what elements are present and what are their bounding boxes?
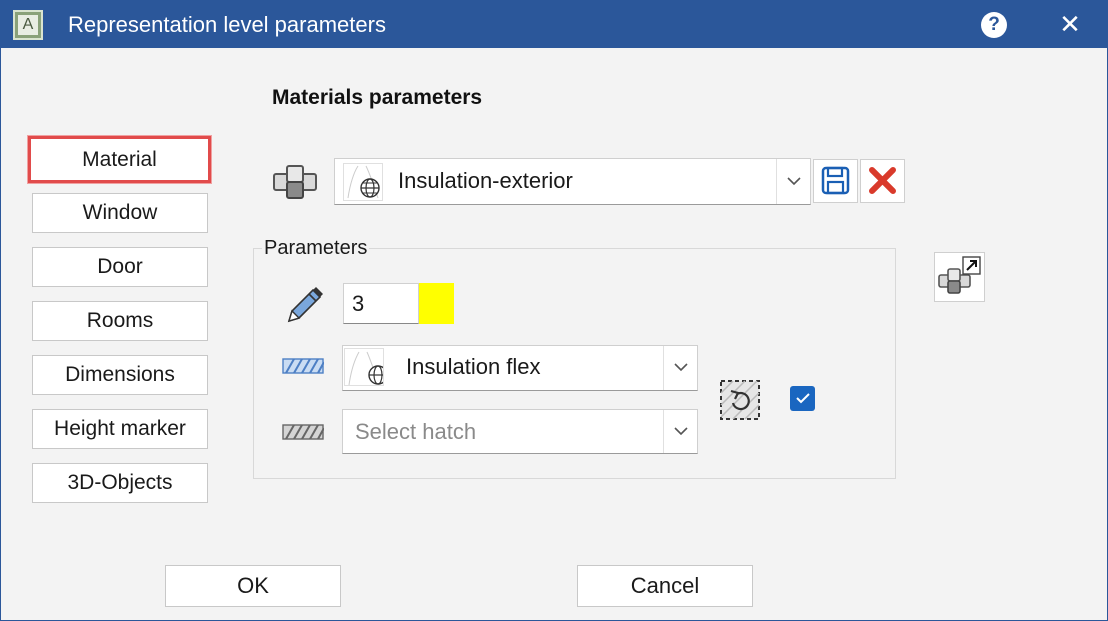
hatch1-select-value: Insulation flex <box>406 354 541 379</box>
ok-button[interactable]: OK <box>165 565 341 607</box>
nav-door-button[interactable]: Door <box>32 247 208 287</box>
help-button[interactable]: ? <box>981 12 1007 38</box>
cancel-button[interactable]: Cancel <box>577 565 753 607</box>
hatch-select-1[interactable]: Insulation flex <box>342 345 698 391</box>
chevron-down-icon[interactable] <box>663 410 697 453</box>
pen-color-swatch[interactable] <box>419 283 454 324</box>
export-material-button[interactable] <box>934 252 985 302</box>
material-thumbnail <box>343 163 383 201</box>
section-heading: Materials parameters <box>272 86 483 109</box>
save-icon <box>821 166 850 195</box>
hatch-select-2[interactable]: Select hatch <box>342 409 698 454</box>
globe-icon <box>347 165 380 199</box>
hatch-outline-icon <box>282 424 324 440</box>
chevron-down-icon[interactable] <box>776 159 810 204</box>
close-button[interactable]: ✕ <box>1055 8 1085 40</box>
hatch2-select-placeholder: Select hatch <box>355 419 477 444</box>
nav-height-marker-button[interactable]: Height marker <box>32 409 208 449</box>
parameters-group-label: Parameters <box>262 237 370 260</box>
nav-dimensions-button[interactable]: Dimensions <box>32 355 208 395</box>
checkmark-icon <box>795 393 810 404</box>
save-material-button[interactable] <box>813 159 858 203</box>
hatch-fill-icon <box>282 358 324 374</box>
pen-icon <box>287 287 323 323</box>
delete-material-button[interactable] <box>860 159 905 203</box>
nav-rooms-button[interactable]: Rooms <box>32 301 208 341</box>
material-select[interactable]: Insulation-exterior <box>334 158 811 205</box>
nav-material-button[interactable]: Material <box>28 136 211 183</box>
app-icon-letter: A <box>18 15 38 35</box>
window-title: Representation level parameters <box>68 12 386 37</box>
hatch1-thumbnail <box>344 348 388 386</box>
globe-icon <box>348 351 388 386</box>
delete-x-icon <box>869 167 896 194</box>
nav-3d-objects-button[interactable]: 3D-Objects <box>32 463 208 503</box>
chevron-down-icon[interactable] <box>663 346 697 390</box>
hatch-checkbox[interactable] <box>790 386 815 411</box>
material-blocks-icon <box>273 165 317 199</box>
pen-number-input[interactable]: 3 <box>343 283 419 324</box>
nav-window-button[interactable]: Window <box>32 193 208 233</box>
reset-hatch-icon[interactable] <box>719 379 761 421</box>
title-bar[interactable]: A Representation level parameters ? ✕ <box>1 0 1108 48</box>
material-select-value: Insulation-exterior <box>398 168 573 193</box>
app-icon: A <box>13 10 43 40</box>
material-export-icon <box>938 256 981 294</box>
dialog-window: A Representation level parameters ? ✕ Ma… <box>0 0 1108 621</box>
